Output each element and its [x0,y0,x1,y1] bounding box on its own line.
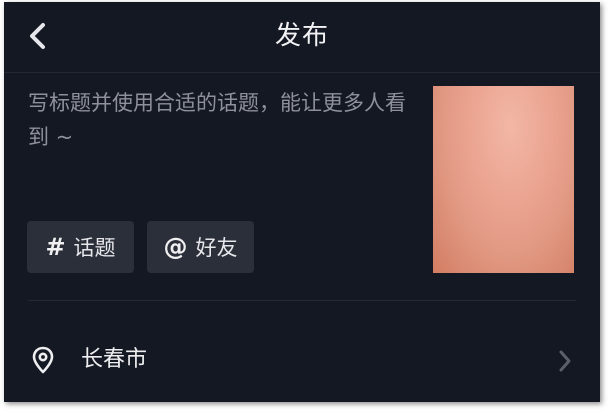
hashtag-icon: # [45,233,66,261]
location-pin-icon [32,346,54,374]
caption-input[interactable]: 写标题并使用合适的话题，能让更多人看到 ~ [28,86,413,176]
mention-friend-button[interactable]: @ 好友 [147,221,254,273]
topic-button-label: 话题 [73,236,116,260]
chevron-right-icon [559,350,571,372]
video-thumbnail[interactable] [433,86,574,273]
location-row[interactable]: 长春市 [4,332,600,388]
location-label: 长春市 [81,347,148,372]
at-icon: @ [163,233,188,261]
mention-friend-button-label: 好友 [195,236,238,260]
page-title: 发布 [274,21,329,51]
header-bar: 发布 [4,2,600,73]
topic-button[interactable]: # 话题 [27,221,134,273]
divider [28,300,576,301]
publish-screen: 发布 写标题并使用合适的话题，能让更多人看到 ~ # 话题 @ 好友 长春市 [4,2,600,402]
